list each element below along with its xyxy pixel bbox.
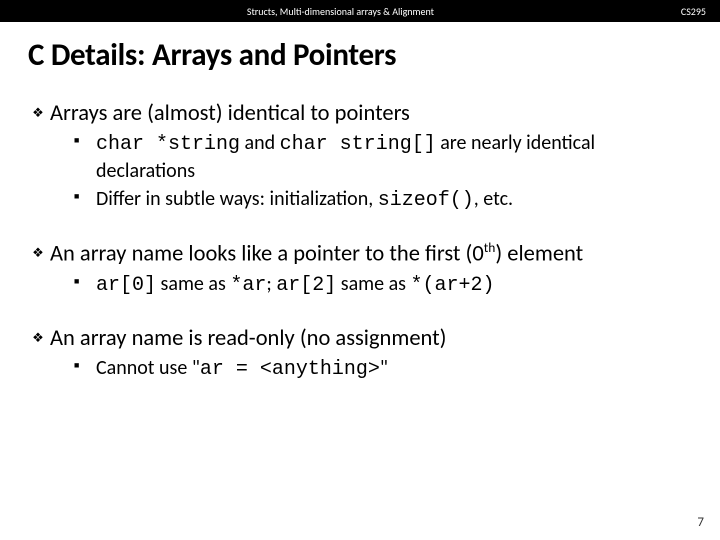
bullet-2-sub-1-text: ar[0] same as *ar; ar[2] same as *(ar+2) — [96, 271, 495, 299]
page-number: 7 — [697, 515, 704, 530]
bullet-1-sub-2-text: Differ in subtle ways: initialization, s… — [96, 186, 513, 214]
bullet-1-sub-1-text: char *string and char string[] are nearl… — [96, 130, 694, 184]
bullet-3-sub-1-text: Cannot use "ar = <anything>" — [96, 355, 388, 383]
square-bullet-icon: ▪ — [74, 355, 96, 375]
top-bar: Structs, Multi-dimensional arrays & Alig… — [0, 0, 720, 22]
course-code: CS295 — [681, 5, 706, 18]
diamond-bullet-icon: ❖ — [26, 240, 50, 261]
diamond-bullet-icon: ❖ — [26, 325, 50, 346]
bullet-3: ❖ An array name is read-only (no assignm… — [26, 325, 694, 353]
bullet-3-sub-1: ▪ Cannot use "ar = <anything>" — [74, 355, 694, 383]
diamond-bullet-icon: ❖ — [26, 100, 50, 121]
square-bullet-icon: ▪ — [74, 130, 96, 150]
bullet-1-text: Arrays are (almost) identical to pointer… — [50, 100, 410, 128]
square-bullet-icon: ▪ — [74, 271, 96, 291]
bullet-2-text: An array name looks like a pointer to th… — [50, 240, 583, 269]
bullet-3-text: An array name is read-only (no assignmen… — [50, 325, 447, 353]
topbar-title: Structs, Multi-dimensional arrays & Alig… — [0, 5, 681, 18]
bullet-2: ❖ An array name looks like a pointer to … — [26, 240, 694, 269]
square-bullet-icon: ▪ — [74, 186, 96, 206]
bullet-1: ❖ Arrays are (almost) identical to point… — [26, 100, 694, 128]
slide-body: ❖ Arrays are (almost) identical to point… — [0, 100, 720, 383]
bullet-1-sub-2: ▪ Differ in subtle ways: initialization,… — [74, 186, 694, 214]
bullet-2-sub-1: ▪ ar[0] same as *ar; ar[2] same as *(ar+… — [74, 271, 694, 299]
bullet-1-sub-1: ▪ char *string and char string[] are nea… — [74, 130, 694, 184]
slide-title: C Details: Arrays and Pointers — [0, 22, 720, 86]
